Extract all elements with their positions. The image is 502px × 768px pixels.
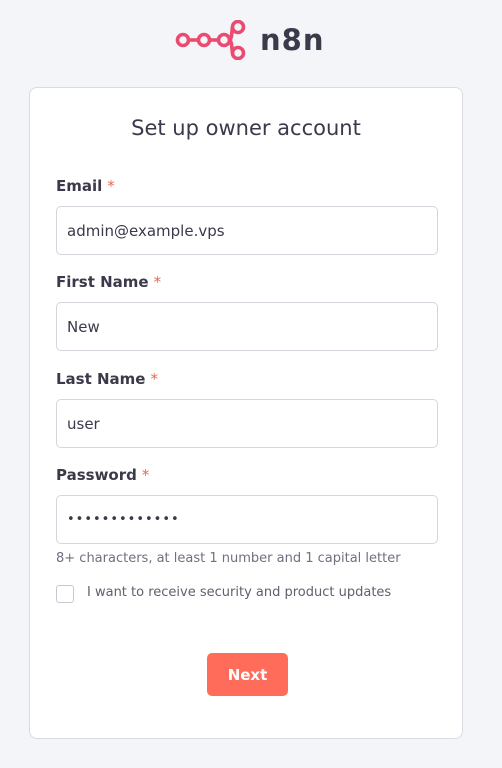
page-title: Set up owner account [131, 116, 361, 140]
last-name-label-text: Last Name [56, 370, 146, 388]
last-name-label: Last Name * [56, 370, 158, 388]
n8n-logo-icon [175, 20, 246, 60]
email-label: Email * [56, 177, 115, 195]
logo-wordmark: n8n [260, 23, 325, 57]
password-label: Password * [56, 466, 149, 484]
password-hint: 8+ characters, at least 1 number and 1 c… [56, 551, 401, 566]
updates-checkbox-label[interactable]: I want to receive security and product u… [87, 585, 391, 600]
first-name-label: First Name * [56, 273, 161, 291]
email-label-text: Email [56, 177, 103, 195]
first-name-field[interactable] [56, 302, 438, 351]
setup-owner-card: Set up owner account Email* First Name* … [29, 87, 463, 739]
next-button[interactable]: Next [207, 653, 288, 696]
required-asterisk: * [150, 370, 158, 388]
password-field[interactable] [56, 495, 438, 544]
last-name-field[interactable] [56, 399, 438, 448]
required-asterisk: * [153, 273, 162, 291]
n8n-logo: n8n [174, 18, 324, 62]
required-asterisk: * [141, 466, 150, 484]
password-label-text: Password [56, 466, 137, 484]
email-field[interactable] [56, 206, 438, 255]
updates-checkbox[interactable] [56, 585, 74, 603]
first-name-label-text: First Name [56, 273, 149, 291]
required-asterisk: * [107, 177, 115, 195]
